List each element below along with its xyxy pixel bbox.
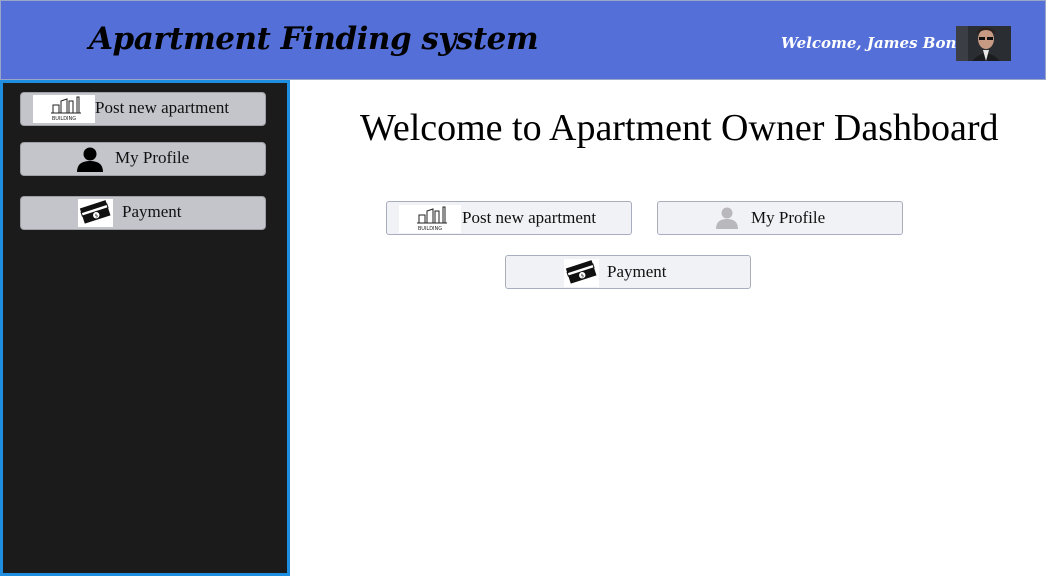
my-profile-button[interactable]: My Profile xyxy=(657,201,903,235)
sidebar-item-my-profile[interactable]: My Profile xyxy=(20,142,266,176)
sidebar: BUILDING Post new apartment My Profile $ xyxy=(0,80,290,576)
money-icon: $ xyxy=(564,259,599,287)
app-title: Apartment Finding system xyxy=(89,21,539,57)
post-apartment-label: Post new apartment xyxy=(462,208,597,227)
sidebar-item-label: My Profile xyxy=(115,148,190,167)
sidebar-item-post-apartment[interactable]: BUILDING Post new apartment xyxy=(20,92,266,126)
payment-button[interactable]: $ Payment xyxy=(505,255,751,289)
user-icon xyxy=(76,147,104,172)
building-logo-text: BUILDING xyxy=(52,116,76,122)
page-title: Welcome to Apartment Owner Dashboard xyxy=(360,107,999,149)
welcome-user-text: Welcome, James Bond xyxy=(781,34,967,52)
user-icon xyxy=(715,207,739,229)
building-logo-icon: BUILDING xyxy=(399,205,461,233)
sidebar-item-payment[interactable]: $ Payment xyxy=(20,196,266,230)
post-apartment-button[interactable]: BUILDING Post new apartment xyxy=(386,201,632,235)
building-logo-text: BUILDING xyxy=(418,226,442,232)
my-profile-label: My Profile xyxy=(751,208,826,227)
money-icon: $ xyxy=(78,199,113,227)
building-logo-icon: BUILDING xyxy=(33,95,95,123)
sidebar-item-label: Post new apartment xyxy=(95,98,230,117)
user-avatar[interactable] xyxy=(956,26,1011,61)
top-header: Apartment Finding system Welcome, James … xyxy=(0,0,1046,80)
sidebar-item-label: Payment xyxy=(122,202,182,221)
payment-label: Payment xyxy=(607,262,667,281)
